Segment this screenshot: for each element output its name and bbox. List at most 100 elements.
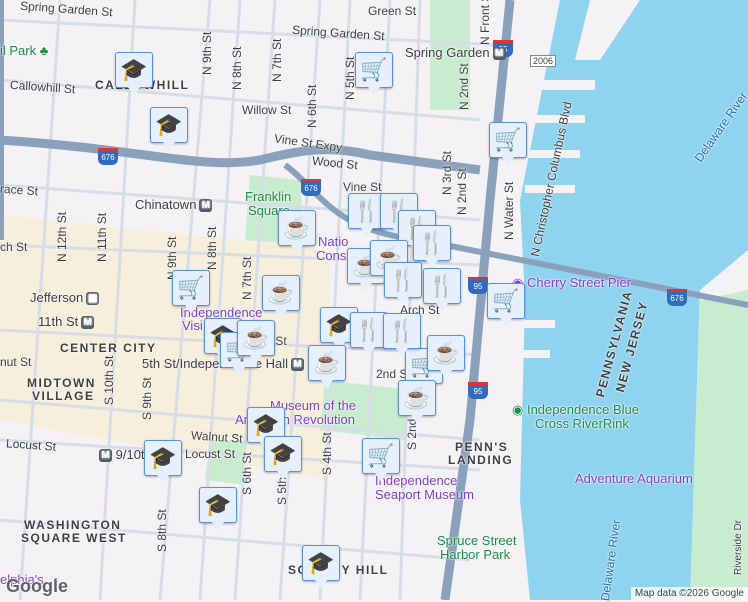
poi-independence-visitor[interactable]: Visi <box>182 318 203 333</box>
district-label: SQUARE WEST <box>21 531 127 545</box>
pin-icon: ◉ <box>512 402 527 417</box>
street-label: Riverside Dr <box>733 519 744 575</box>
graduation-cap-icon: 🎓 <box>155 112 183 137</box>
shopping-cart-icon: 🛒 <box>177 275 205 300</box>
street-label: Green St <box>368 4 417 18</box>
coffee-cup-icon: ☕ <box>283 215 311 240</box>
restaurant-marker[interactable]: 🍴 <box>413 225 451 269</box>
street-label: Willow St <box>242 103 292 117</box>
i676-shield: 676 <box>301 179 321 196</box>
school-marker[interactable]: 🎓 <box>264 436 302 480</box>
station-11th[interactable]: 11th St M <box>38 314 95 330</box>
street-label: N 3rd St <box>440 150 454 195</box>
street-label: race St <box>0 181 39 199</box>
grocery-marker[interactable]: 🛒 <box>355 52 393 96</box>
street-label: N 8th St <box>230 46 244 90</box>
poi-national-constitution[interactable]: Natio <box>318 234 348 249</box>
poi-label: Cherry Street Pier <box>526 275 632 290</box>
school-marker[interactable]: 🎓 <box>144 440 182 484</box>
coffee-marker[interactable]: ☕ <box>398 380 436 424</box>
graduation-cap-icon: 🎓 <box>252 412 280 437</box>
poi-cherry-street-pier[interactable]: ◉ Cherry Street Pier <box>512 275 631 291</box>
poi-label: Independence Blue <box>526 402 640 417</box>
map-attribution[interactable]: Map data ©2026 Google <box>630 587 748 600</box>
street-label: N 8th St <box>205 226 219 270</box>
poi-riverrink[interactable]: Cross RiverRink <box>535 416 629 431</box>
street-label: N 6th St <box>305 84 319 128</box>
poi-national-constitution[interactable]: Cons <box>316 248 346 263</box>
street-label: N Front St <box>478 0 492 45</box>
coffee-cup-icon: ☕ <box>403 385 431 410</box>
grocery-marker[interactable]: 🛒 <box>172 270 210 314</box>
school-marker[interactable]: 🎓 <box>302 545 340 589</box>
street-label: nut St <box>0 355 32 369</box>
poi-spruce-harbor[interactable]: Spruce Street <box>437 533 517 548</box>
poi-seaport-museum[interactable]: Independence <box>375 473 457 488</box>
shopping-cart-icon: 🛒 <box>494 127 522 152</box>
poi-seaport-museum[interactable]: Seaport Museum <box>375 487 474 502</box>
street-label: S 6th St <box>240 452 254 495</box>
metro-icon: M <box>291 358 304 372</box>
grocery-marker[interactable]: 🛒 <box>487 283 525 327</box>
metro-icon: M <box>81 316 95 330</box>
poi-franklin-square[interactable]: Franklin <box>245 189 291 204</box>
coffee-marker[interactable]: ☕ <box>427 335 465 379</box>
street-label: S 9th St <box>140 377 154 420</box>
grocery-marker[interactable]: 🛒 <box>362 438 400 482</box>
restaurant-marker[interactable]: 🍴 <box>383 313 421 357</box>
fork-knife-icon: 🍴 <box>355 317 383 342</box>
fork-knife-icon: 🍴 <box>428 273 456 298</box>
district-label: PENN'S <box>455 440 509 454</box>
station-label: Spring Garden <box>405 45 490 60</box>
station-label: Chinatown <box>135 197 197 212</box>
metro-icon: M <box>199 199 213 213</box>
street-label: N 2nd St <box>455 168 469 215</box>
i676-shield: 676 <box>98 148 118 165</box>
station-label: Jefferson <box>30 290 84 305</box>
street-label: N 7th St <box>270 38 284 82</box>
graduation-cap-icon: 🎓 <box>204 492 232 517</box>
coffee-marker[interactable]: ☕ <box>237 320 275 364</box>
station-spring-garden[interactable]: Spring Garden M <box>405 45 506 61</box>
coffee-marker[interactable]: ☕ <box>278 210 316 254</box>
street-label: Vine St <box>343 180 382 194</box>
i95-shield: 95 <box>468 382 488 399</box>
fork-knife-icon: 🍴 <box>353 198 381 223</box>
poi-spruce-harbor[interactable]: Harbor Park <box>440 547 510 562</box>
poi-label: il Park <box>0 43 37 58</box>
station-jefferson[interactable]: Jefferson ▣ <box>30 290 100 306</box>
google-logo: Google <box>6 576 68 596</box>
district-label: MIDTOWN <box>27 376 96 390</box>
street-label: N 11th St <box>95 212 109 262</box>
street-label: N 2nd St <box>457 63 471 110</box>
coffee-cup-icon: ☕ <box>432 340 460 365</box>
school-marker[interactable]: 🎓 <box>199 487 237 531</box>
coffee-marker[interactable]: ☕ <box>262 275 300 319</box>
tree-icon: ♣ <box>39 43 49 58</box>
i676-shield: 676 <box>667 289 687 306</box>
shopping-cart-icon: 🛒 <box>360 57 388 82</box>
poi-park[interactable]: il Park ♣ <box>0 43 48 58</box>
station-label: 5th St/Independence Hall <box>142 356 288 371</box>
rail-icon: ▣ <box>86 292 100 306</box>
grocery-marker[interactable]: 🛒 <box>489 122 527 166</box>
fork-knife-icon: 🍴 <box>389 267 417 292</box>
restaurant-marker[interactable]: 🍴 <box>384 262 422 306</box>
district-label: WASHINGTON <box>24 518 122 532</box>
poi-adventure-aquarium[interactable]: Adventure Aquarium <box>575 471 693 486</box>
street-label: S 4th St <box>320 432 334 475</box>
district-label: VILLAGE <box>32 389 95 403</box>
graduation-cap-icon: 🎓 <box>120 57 148 82</box>
street-label: ch St <box>0 240 28 254</box>
station-label: 11th St <box>38 314 79 329</box>
coffee-marker[interactable]: ☕ <box>308 345 346 389</box>
station-chinatown[interactable]: Chinatown M <box>135 197 213 213</box>
shopping-cart-icon: 🛒 <box>492 288 520 313</box>
street-label: N 12th St <box>55 211 69 262</box>
school-marker[interactable]: 🎓 <box>150 107 188 151</box>
school-marker[interactable]: 🎓 <box>115 52 153 96</box>
district-label: CENTER CITY <box>60 341 157 355</box>
street-label: N 9th St <box>200 31 214 75</box>
metro-icon: M <box>99 449 112 463</box>
restaurant-marker[interactable]: 🍴 <box>423 268 461 312</box>
